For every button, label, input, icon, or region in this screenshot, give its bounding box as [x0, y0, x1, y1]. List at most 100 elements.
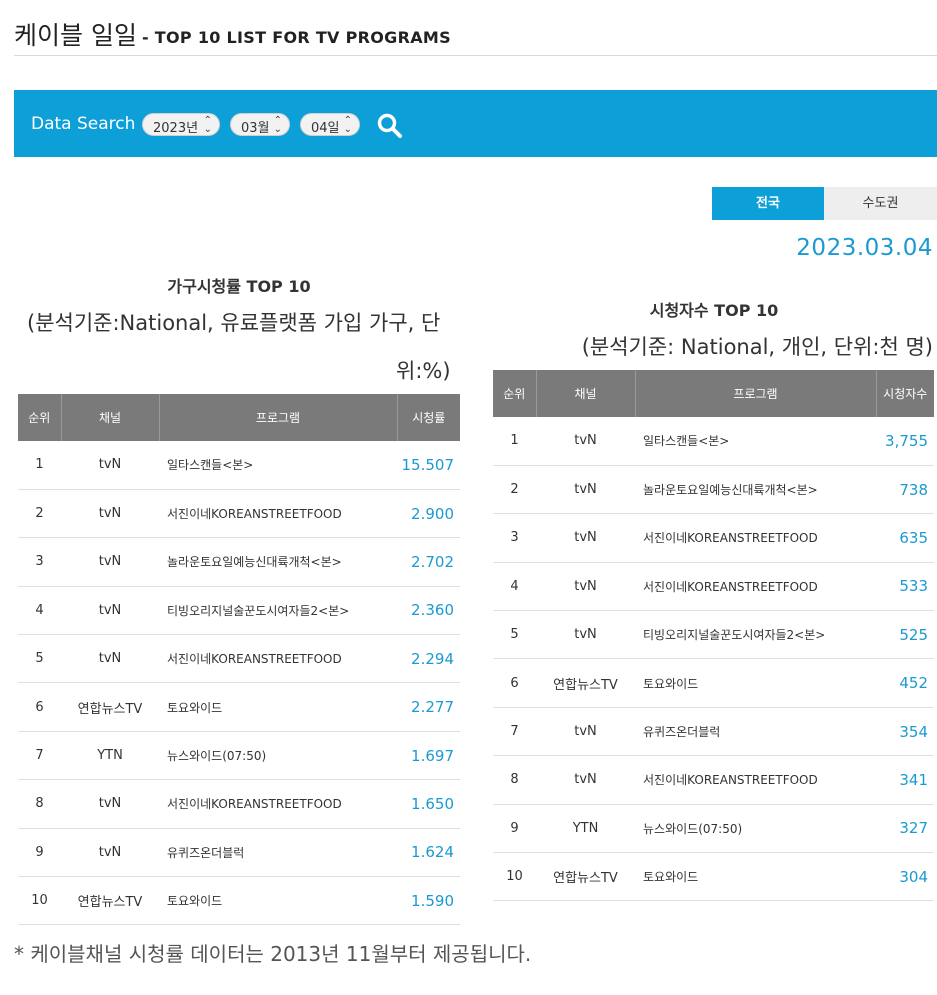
rank-cell: 2: [18, 489, 61, 539]
table-header-row: 순위 채널 프로그램 시청자수: [493, 370, 934, 417]
column-header-rank: 순위: [18, 394, 62, 441]
table-row: 9 tvN 유퀴즈온더블럭 1.624: [18, 828, 460, 878]
viewers-cell: 635: [876, 513, 934, 563]
viewers-cell: 327: [876, 804, 934, 854]
program-cell: 서진이네KOREANSTREETFOOD: [159, 489, 397, 539]
rank-cell: 6: [493, 658, 536, 708]
program-cell: 서진이네KOREANSTREETFOOD: [635, 513, 876, 563]
rating-cell: 2.702: [397, 537, 460, 587]
column-header-viewers: 시청자수: [876, 370, 934, 417]
channel-cell: tvN: [536, 513, 635, 563]
table-row: 4 tvN 티빙오리지널술꾼도시여자들2<본> 2.360: [18, 586, 460, 636]
program-cell: 서진이네KOREANSTREETFOOD: [635, 755, 876, 805]
viewers-cell: 533: [876, 562, 934, 612]
viewers-cell: 3,755: [876, 417, 934, 466]
channel-cell: 연합뉴스TV: [536, 852, 635, 902]
rating-cell: 1.697: [397, 731, 460, 781]
updown-chevron-icon: ⌃ ⌄: [273, 115, 282, 135]
program-cell: 서진이네KOREANSTREETFOOD: [159, 634, 397, 684]
search-icon: [377, 113, 402, 138]
channel-cell: tvN: [61, 441, 159, 490]
viewers-table: 순위 채널 프로그램 시청자수 1 tvN 일타스캔들<본> 3,755 2 tvN 놀라…: [493, 370, 934, 902]
rating-cell: 1.590: [397, 876, 460, 926]
column-header-channel: 채널: [536, 370, 636, 417]
viewers-table-subtitle: (분석기준: National, 개인, 단위:천 명): [581, 335, 933, 359]
month-select[interactable]: 03월 ⌃ ⌄: [230, 113, 290, 136]
viewers-cell: 304: [876, 852, 934, 902]
ratings-table-title: 가구시청률 TOP 10: [167, 277, 311, 296]
program-cell: 서진이네KOREANSTREETFOOD: [159, 779, 397, 829]
viewers-cell: 354: [876, 707, 934, 757]
table-row: 5 tvN 티빙오리지널술꾼도시여자들2<본> 525: [493, 610, 934, 660]
selected-date: 2023.03.04: [796, 235, 933, 261]
page-title: 케이블 일일: [14, 21, 137, 50]
tab-national[interactable]: 전국: [712, 187, 824, 220]
channel-cell: tvN: [61, 489, 159, 539]
channel-cell: 연합뉴스TV: [61, 682, 159, 732]
column-header-program: 프로그램: [635, 370, 877, 417]
year-select[interactable]: 2023년 ⌃ ⌄: [142, 113, 220, 136]
rank-cell: 3: [18, 537, 61, 587]
channel-cell: tvN: [536, 610, 635, 660]
table-row: 10 연합뉴스TV 토요와이드 304: [493, 852, 934, 902]
channel-cell: YTN: [536, 804, 635, 854]
rank-cell: 7: [18, 731, 61, 781]
program-cell: 유퀴즈온더블럭: [159, 828, 397, 878]
rank-cell: 2: [493, 465, 536, 515]
table-row: 7 tvN 유퀴즈온더블럭 354: [493, 707, 934, 757]
rank-cell: 8: [18, 779, 61, 829]
program-cell: 뉴스와이드(07:50): [635, 804, 876, 854]
ratings-table: 순위 채널 프로그램 시청률 1 tvN 일타스캔들<본> 15.507 2 tvN 서진…: [18, 394, 460, 926]
channel-cell: tvN: [61, 537, 159, 587]
rank-cell: 9: [493, 804, 536, 854]
table-row: 5 tvN 서진이네KOREANSTREETFOOD 2.294: [18, 634, 460, 684]
channel-cell: tvN: [61, 779, 159, 829]
rank-cell: 10: [18, 876, 61, 926]
channel-cell: tvN: [61, 586, 159, 636]
table-row: 3 tvN 놀라운토요일예능신대륙개척<본> 2.702: [18, 537, 460, 587]
rating-cell: 1.650: [397, 779, 460, 829]
rank-cell: 5: [18, 634, 61, 684]
rank-cell: 9: [18, 828, 61, 878]
program-cell: 놀라운토요일예능신대륙개척<본>: [159, 537, 397, 587]
viewers-cell: 525: [876, 610, 934, 660]
rank-cell: 4: [18, 586, 61, 636]
search-button[interactable]: [376, 112, 404, 138]
rating-cell: 15.507: [397, 441, 460, 490]
search-label: Data Search: [31, 114, 136, 134]
program-cell: 토요와이드: [635, 852, 876, 902]
table-row: 2 tvN 놀라운토요일예능신대륙개척<본> 738: [493, 465, 934, 515]
table-row: 2 tvN 서진이네KOREANSTREETFOOD 2.900: [18, 489, 460, 539]
rank-cell: 6: [18, 682, 61, 732]
rank-cell: 8: [493, 755, 536, 805]
table-row: 8 tvN 서진이네KOREANSTREETFOOD 341: [493, 755, 934, 805]
rank-cell: 7: [493, 707, 536, 757]
day-select[interactable]: 04일 ⌃ ⌄: [300, 113, 360, 136]
viewers-cell: 341: [876, 755, 934, 805]
rank-cell: 4: [493, 562, 536, 612]
program-cell: 티빙오리지널술꾼도시여자들2<본>: [635, 610, 876, 660]
column-header-program: 프로그램: [159, 394, 398, 441]
tab-capital-area[interactable]: 수도권: [824, 187, 937, 220]
year-select-value: 2023년: [153, 121, 199, 136]
program-cell: 토요와이드: [159, 876, 397, 926]
channel-cell: tvN: [536, 707, 635, 757]
program-cell: 티빙오리지널술꾼도시여자들2<본>: [159, 586, 397, 636]
table-row: 3 tvN 서진이네KOREANSTREETFOOD 635: [493, 513, 934, 563]
updown-chevron-icon: ⌃ ⌄: [343, 115, 352, 135]
page-header: 케이블 일일 - TOP 10 LIST FOR TV PROGRAMS: [14, 14, 937, 56]
channel-cell: tvN: [536, 755, 635, 805]
rating-cell: 2.900: [397, 489, 460, 539]
program-cell: 토요와이드: [159, 682, 397, 732]
channel-cell: YTN: [61, 731, 159, 781]
table-row: 7 YTN 뉴스와이드(07:50) 1.697: [18, 731, 460, 781]
table-row: 6 연합뉴스TV 토요와이드 2.277: [18, 682, 460, 732]
rank-cell: 5: [493, 610, 536, 660]
program-cell: 유퀴즈온더블럭: [635, 707, 876, 757]
rank-cell: 3: [493, 513, 536, 563]
program-cell: 뉴스와이드(07:50): [159, 731, 397, 781]
ratings-table-subtitle-1: (분석기준:National, 유료플랫폼 가입 가구, 단: [27, 311, 441, 335]
table-row: 4 tvN 서진이네KOREANSTREETFOOD 533: [493, 562, 934, 612]
viewers-cell: 452: [876, 658, 934, 708]
channel-cell: tvN: [61, 828, 159, 878]
